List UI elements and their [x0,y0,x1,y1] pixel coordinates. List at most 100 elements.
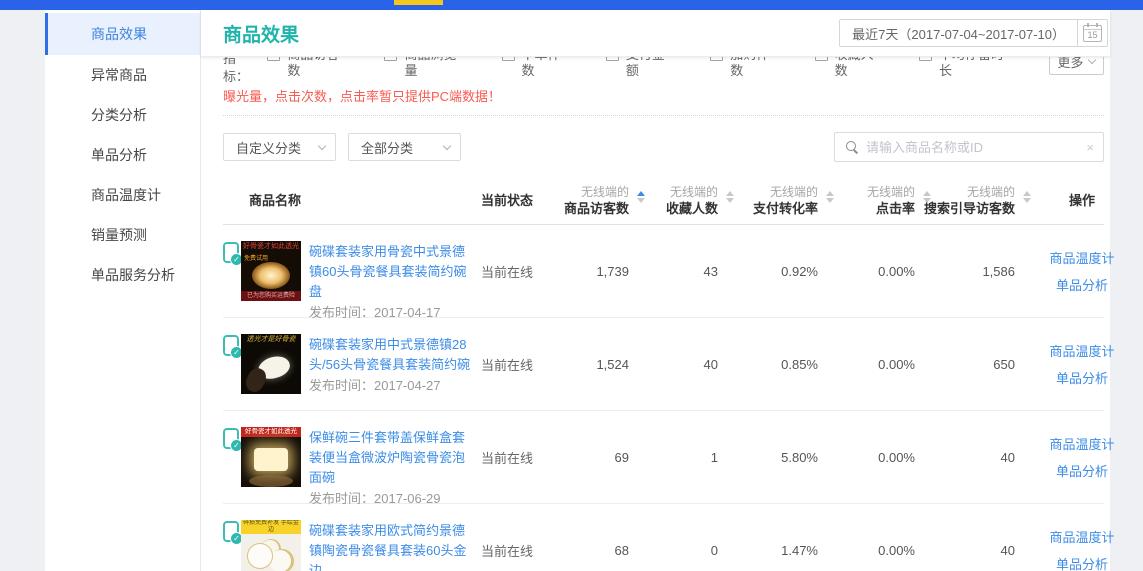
clear-search-icon[interactable]: × [1086,140,1094,155]
metric-option[interactable]: 收藏人数 [815,57,885,79]
pc-data-notice: 曝光量，点击次数，点击率暂只提供PC端数据！ [223,88,1110,106]
checkbox-icon[interactable] [919,57,932,61]
sidebar-item-5[interactable]: 销量预测 [45,215,200,255]
thumb-banner-text: 碎损免费补发 手绘金边 [241,520,301,534]
sidebar-item-label: 商品温度计 [91,185,161,205]
product-name-link[interactable]: 碗碟套装家用中式景德镇28头/56头骨瓷餐具套装简约碗 [309,335,473,375]
loading-progress-bar [394,0,443,5]
sort-asc-icon[interactable] [923,187,931,196]
status-cell: 当前在线 [473,541,551,560]
thumb-banner-text: 透光才是好骨瓷 [241,336,301,344]
product-name-link[interactable]: 碗碟套装家用欧式简约景德镇陶瓷骨瓷餐具套装60头金边 [309,521,473,571]
sidebar-item-1[interactable]: 异常商品 [45,55,200,95]
action-link-temperature[interactable]: 商品温度计 [1049,434,1114,453]
table-header-cell: 无线端的 收藏人数 [647,177,723,224]
pay-rate-cell: 5.80% [723,450,825,465]
metric-option[interactable]: 下单件数 [502,57,572,79]
search-input[interactable] [866,140,1077,155]
checkbox-icon[interactable] [384,57,397,61]
product-name-link[interactable]: 碗碟套装家用骨瓷中式景德镇60头骨瓷餐具套装简约碗盘 [309,242,473,302]
click-rate-cell: 0.00% [825,543,917,558]
more-metrics-button[interactable]: 更多 [1049,57,1104,75]
header-sub-label: 无线端的 [967,185,1015,199]
table-header-cell: 无线端的 搜索引导访客数 [917,177,1037,224]
sidebar-item-3[interactable]: 单品分析 [45,135,200,175]
action-link-temperature[interactable]: 商品温度计 [1049,341,1114,360]
metric-options: 商品访客数 商品浏览量 下单件数 支付金额 加购件数 收藏人数 平均停留时长 [267,57,1048,79]
metric-option[interactable]: 平均停留时长 [919,57,1015,79]
table-row: ✓ 好骨瓷才如此透光 保鲜碗三件套带盖保鲜盒套装便当盒微波炉陶瓷骨瓷泡面碗 发布… [223,411,1104,504]
table-row: ✓ 碎损免费补发 手绘金边 碗碟套装家用欧式简约景德镇陶瓷骨瓷餐具套装60头金边… [223,504,1104,571]
checkbox-icon[interactable] [267,57,280,61]
chevron-down-icon [318,141,326,149]
pay-rate-cell: 1.47% [723,543,825,558]
metric-option[interactable]: 商品访客数 [267,57,350,79]
products-table: 商品名称 当前状态 无线端的 商品访客数 无线端的 收藏人数 无线端的 [223,177,1104,571]
dotted-separator [223,115,1104,116]
thumb-bottom-text [241,477,301,487]
left-gutter [0,10,45,571]
checkbox-icon[interactable] [710,57,723,61]
search-visitors-cell: 40 [917,450,1037,465]
checkbox-icon[interactable] [606,57,619,61]
sidebar-item-label: 商品效果 [91,24,147,44]
action-link-temperature[interactable]: 商品温度计 [1049,527,1114,546]
main-panel: 商品效果 最近7天（2017-07-04~2017-07-10） 15 指标： … [200,10,1110,571]
sort-arrows-icon[interactable] [726,187,734,207]
header-sub-label: 无线端的 [867,185,915,199]
metric-option[interactable]: 支付金额 [606,57,676,79]
sidebar-item-2[interactable]: 分类分析 [45,95,200,135]
page-header: 商品效果 最近7天（2017-07-04~2017-07-10） 15 [201,10,1110,57]
action-link-analysis[interactable]: 单品分析 [1056,461,1108,480]
action-link-analysis[interactable]: 单品分析 [1056,368,1108,387]
calendar-icon-button[interactable]: 15 [1077,20,1107,46]
sort-desc-icon[interactable] [637,198,645,207]
sort-arrows-icon[interactable] [923,187,931,207]
sort-asc-icon[interactable] [1023,187,1031,196]
header-label: 点击率 [876,200,915,217]
date-range-picker[interactable]: 最近7天（2017-07-04~2017-07-10） 15 [839,19,1108,47]
sort-asc-icon[interactable] [637,187,645,196]
header-label: 操作 [1069,192,1095,209]
product-search-box: × [834,132,1104,162]
calendar-icon: 15 [1083,25,1102,42]
sort-desc-icon[interactable] [726,198,734,207]
product-thumbnail[interactable]: 透光才是好骨瓷 [241,334,301,394]
sort-asc-icon[interactable] [726,187,734,196]
sort-arrows-icon[interactable] [637,187,645,207]
sidebar-item-4[interactable]: 商品温度计 [45,175,200,215]
sort-arrows-icon[interactable] [1023,187,1031,207]
actions-cell: 商品温度计 单品分析 [1037,527,1127,571]
table-body: ✓ 好骨瓷才如此透光 免费试用 已为您购买运费险 碗碟套装家用骨瓷中式景德镇60… [223,225,1104,571]
sidebar-item-6[interactable]: 单品服务分析 [45,255,200,295]
actions-cell: 商品温度计 单品分析 [1037,434,1127,480]
product-name-link[interactable]: 保鲜碗三件套带盖保鲜盒套装便当盒微波炉陶瓷骨瓷泡面碗 [309,428,473,488]
click-rate-cell: 0.00% [825,264,917,279]
product-thumbnail[interactable]: 好骨瓷才如此透光 免费试用 已为您购买运费险 [241,241,301,301]
checkbox-icon[interactable] [502,57,515,61]
sidebar-item-label: 单品分析 [91,145,147,165]
search-visitors-cell: 1,586 [917,264,1037,279]
sort-asc-icon[interactable] [826,187,834,196]
checkbox-icon[interactable] [815,57,828,61]
table-header-cell: 操作 [1037,177,1127,224]
publish-date: 发布时间：2017-04-17 [309,302,473,321]
sort-desc-icon[interactable] [923,198,931,207]
product-name-cell: ✓ 碎损免费补发 手绘金边 碗碟套装家用欧式简约景德镇陶瓷骨瓷餐具套装60头金边… [223,520,473,571]
action-link-analysis[interactable]: 单品分析 [1056,554,1108,571]
sort-desc-icon[interactable] [826,198,834,207]
action-link-analysis[interactable]: 单品分析 [1056,275,1108,294]
sidebar-item-0[interactable]: 商品效果 [45,13,200,55]
actions-cell: 商品温度计 单品分析 [1037,341,1127,387]
product-thumbnail[interactable]: 碎损免费补发 手绘金边 [241,520,301,571]
custom-category-select[interactable]: 自定义分类 [223,133,336,161]
metric-option[interactable]: 商品浏览量 [384,57,467,79]
action-link-temperature[interactable]: 商品温度计 [1049,248,1114,267]
product-thumbnail[interactable]: 好骨瓷才如此透光 [241,427,301,487]
sort-desc-icon[interactable] [1023,198,1031,207]
metric-option-label: 下单件数 [522,57,572,79]
table-row: ✓ 透光才是好骨瓷 碗碟套装家用中式景德镇28头/56头骨瓷餐具套装简约碗 发布… [223,318,1104,411]
all-category-select[interactable]: 全部分类 [348,133,461,161]
sort-arrows-icon[interactable] [826,187,834,207]
metric-option[interactable]: 加购件数 [710,57,780,79]
